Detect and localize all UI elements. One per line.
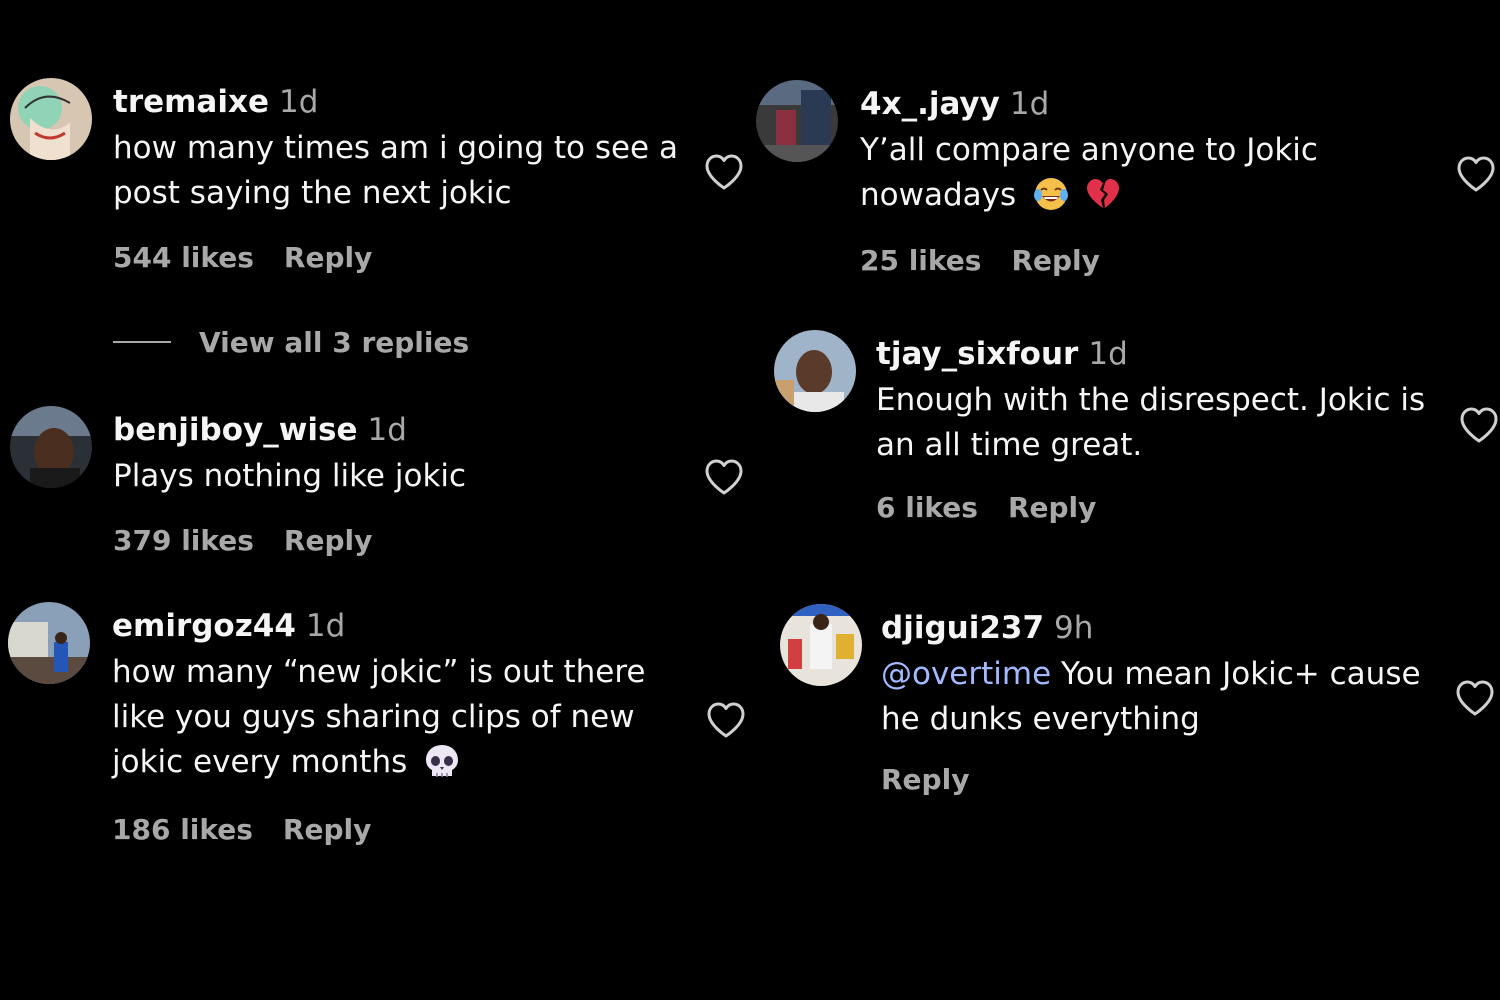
username[interactable]: tjay_sixfour bbox=[876, 336, 1078, 372]
likes-count[interactable]: 186 likes bbox=[112, 813, 253, 846]
view-replies-label[interactable]: View all 3 replies bbox=[199, 326, 469, 359]
comments-screen: tremaixe 1d how many times am i going to … bbox=[0, 0, 1500, 1000]
comment-meta: 25 likes Reply bbox=[860, 244, 1100, 277]
heart-outline-icon[interactable] bbox=[703, 152, 745, 192]
comment-time: 1d bbox=[1088, 336, 1128, 372]
skull-emoji bbox=[423, 742, 461, 780]
comment-text: how many “new jokic” is out there like y… bbox=[112, 650, 702, 785]
comment-meta: 544 likes Reply bbox=[113, 241, 372, 274]
comment-text: Enough with the disrespect. Jokic is an … bbox=[876, 382, 1426, 463]
heart-outline-icon[interactable] bbox=[1458, 405, 1500, 445]
avatar-image bbox=[774, 330, 856, 412]
comment-text: Y’all compare anyone to Jokic nowadays bbox=[860, 128, 1450, 218]
view-replies-button[interactable]: View all 3 replies bbox=[113, 326, 469, 359]
comment-text: how many times am i going to see a post … bbox=[113, 130, 678, 211]
comment-meta: 379 likes Reply bbox=[113, 524, 372, 557]
comment-time: 1d bbox=[367, 412, 407, 448]
reply-button[interactable]: Reply bbox=[1011, 244, 1099, 277]
heart-outline-icon[interactable] bbox=[1454, 678, 1496, 718]
reply-button[interactable]: Reply bbox=[283, 813, 371, 846]
comment-text-body: how many “new jokic” is out there like y… bbox=[112, 654, 646, 780]
avatar[interactable] bbox=[780, 604, 862, 686]
avatar-image bbox=[756, 80, 838, 162]
avatar-image bbox=[8, 602, 90, 684]
reply-button[interactable]: Reply bbox=[284, 524, 372, 557]
avatar[interactable] bbox=[10, 78, 92, 160]
comment-meta: Reply bbox=[881, 763, 969, 796]
username[interactable]: 4x_.jayy bbox=[860, 86, 1000, 122]
tears-of-joy-emoji bbox=[1032, 175, 1070, 213]
reply-button[interactable]: Reply bbox=[1008, 491, 1096, 524]
avatar-image bbox=[10, 78, 92, 160]
avatar[interactable] bbox=[8, 602, 90, 684]
username[interactable]: benjiboy_wise bbox=[113, 412, 357, 448]
heart-outline-icon[interactable] bbox=[705, 700, 747, 740]
likes-count[interactable]: 25 likes bbox=[860, 244, 981, 277]
comment-text: @overtime You mean Jokic+ cause he dunks… bbox=[881, 652, 1451, 742]
broken-heart-emoji bbox=[1084, 175, 1122, 213]
comment-text: Plays nothing like jokic bbox=[113, 458, 467, 494]
username[interactable]: tremaixe bbox=[113, 84, 269, 120]
comment-meta: 6 likes Reply bbox=[876, 491, 1096, 524]
mention-link[interactable]: @overtime bbox=[881, 656, 1051, 692]
reply-button[interactable]: Reply bbox=[284, 241, 372, 274]
replies-divider bbox=[113, 341, 171, 343]
heart-outline-icon[interactable] bbox=[1455, 154, 1497, 194]
comment-meta: 186 likes Reply bbox=[112, 813, 371, 846]
comment-time: 1d bbox=[305, 608, 346, 644]
comment-time: 1d bbox=[279, 84, 319, 120]
avatar[interactable] bbox=[774, 330, 856, 412]
username[interactable]: djigui237 bbox=[881, 610, 1044, 646]
reply-button[interactable]: Reply bbox=[881, 763, 969, 796]
comment-time: 1d bbox=[1009, 86, 1050, 122]
comment-time: 9h bbox=[1054, 610, 1094, 646]
likes-count[interactable]: 544 likes bbox=[113, 241, 254, 274]
heart-outline-icon[interactable] bbox=[703, 457, 745, 497]
likes-count[interactable]: 379 likes bbox=[113, 524, 254, 557]
avatar[interactable] bbox=[10, 406, 92, 488]
avatar-image bbox=[780, 604, 862, 686]
likes-count[interactable]: 6 likes bbox=[876, 491, 978, 524]
avatar-image bbox=[10, 406, 92, 488]
username[interactable]: emirgoz44 bbox=[112, 608, 296, 644]
avatar[interactable] bbox=[756, 80, 838, 162]
